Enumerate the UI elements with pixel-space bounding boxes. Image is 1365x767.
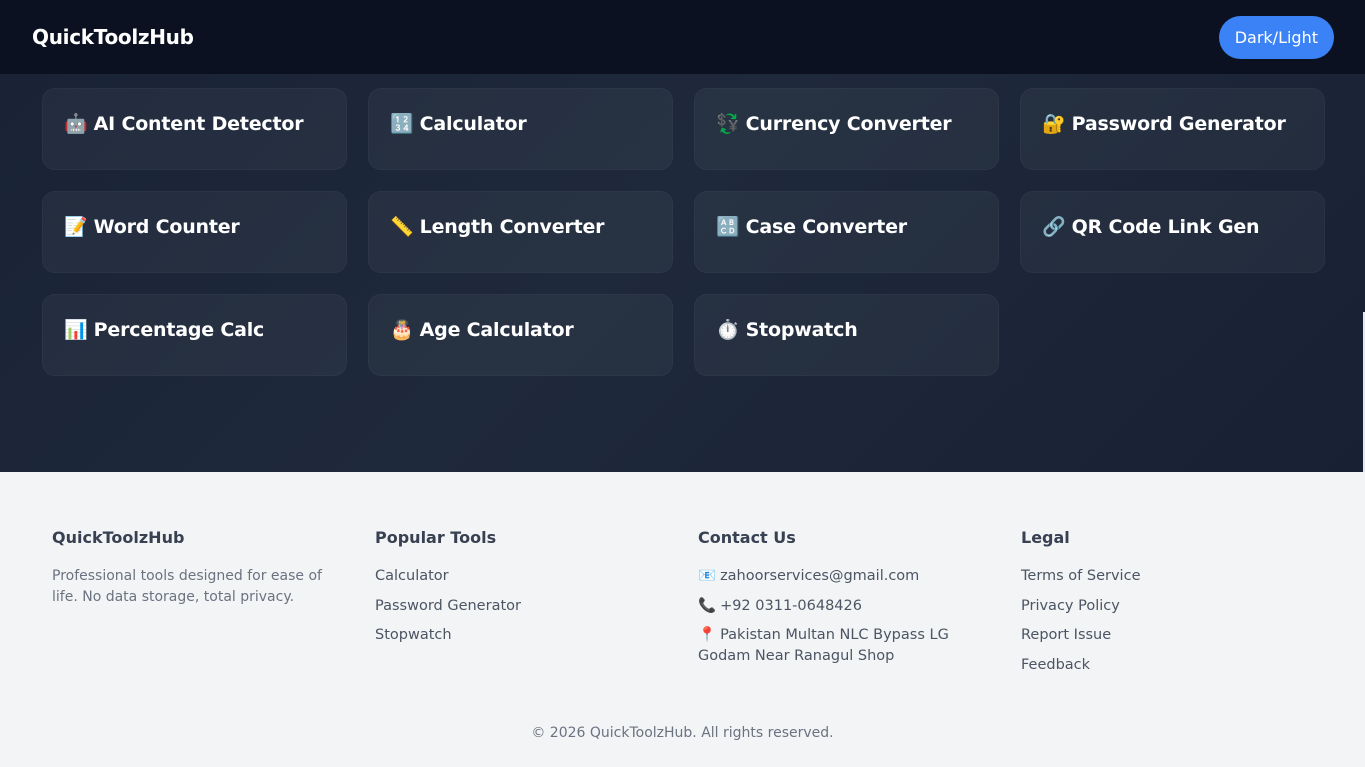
footer-contact-title: Contact Us [698, 528, 796, 547]
location-pin-icon: 📍 [698, 627, 717, 643]
tool-card-stopwatch[interactable]: ⏱️ Stopwatch [694, 294, 999, 376]
tool-card-label: AI Content Detector [93, 113, 304, 135]
tool-card-length-converter[interactable]: 📏 Length Converter [368, 191, 673, 273]
tool-card-label: Percentage Calc [93, 319, 265, 341]
footer-link-report-issue[interactable]: Report Issue [1021, 625, 1321, 646]
contact-email: 📧 zahoorservices@gmail.com [698, 566, 978, 587]
tool-card-currency-converter[interactable]: 💱 Currency Converter [694, 88, 999, 170]
email-icon: 📧 [698, 568, 717, 584]
tool-card-label: QR Code Link Gen [1071, 216, 1260, 238]
footer-link-feedback[interactable]: Feedback [1021, 655, 1321, 676]
footer-link-terms-of-service[interactable]: Terms of Service [1021, 566, 1321, 587]
tool-card-calculator[interactable]: 🔢 Calculator [368, 88, 673, 170]
tool-card-percentage-calc[interactable]: 📊 Percentage Calc [42, 294, 347, 376]
link-icon: 🔗 [1042, 216, 1066, 238]
footer-about-title: QuickToolzHub [52, 528, 185, 547]
lock-key-icon: 🔐 [1042, 113, 1066, 135]
copyright-text: © 2026 QuickToolzHub. All rights reserve… [531, 725, 834, 741]
tool-card-label: Calculator [419, 113, 527, 135]
tool-card-label: Currency Converter [745, 113, 952, 135]
tool-card-label: Password Generator [1071, 113, 1286, 135]
footer-popular-tools-title: Popular Tools [375, 528, 497, 547]
tool-card-label: Stopwatch [745, 319, 858, 341]
footer-link-password-generator[interactable]: Password Generator [375, 596, 675, 617]
footer-popular-tools-column: Popular Tools Calculator Password Genera… [375, 528, 675, 655]
contact-address: 📍 Pakistan Multan NLC Bypass LG Godam Nea… [698, 625, 978, 667]
tool-card-label: Case Converter [745, 216, 907, 238]
footer-about-column: QuickToolzHub Professional tools designe… [52, 528, 352, 608]
theme-toggle-button[interactable]: Dark/Light [1218, 15, 1334, 59]
footer-about-description: Professional tools designed for ease of … [52, 568, 322, 605]
tool-card-age-calculator[interactable]: 🎂 Age Calculator [368, 294, 673, 376]
tool-card-ai-content-detector[interactable]: 🤖 AI Content Detector [42, 88, 347, 170]
contact-phone: 📞 +92 0311-0648426 [698, 596, 978, 617]
top-navbar: QuickToolzHub Dark/Light [0, 0, 1365, 74]
footer-legal-column: Legal Terms of Service Privacy Policy Re… [1021, 528, 1321, 684]
tool-card-word-counter[interactable]: 📝 Word Counter [42, 191, 347, 273]
tool-card-label: Age Calculator [419, 319, 574, 341]
stopwatch-icon: ⏱️ [716, 319, 740, 341]
tool-card-label: Length Converter [419, 216, 605, 238]
footer-link-privacy-policy[interactable]: Privacy Policy [1021, 596, 1321, 617]
contact-address-text: Pakistan Multan NLC Bypass LG Godam Near… [698, 627, 949, 664]
contact-email-text[interactable]: zahoorservices@gmail.com [720, 568, 919, 584]
currency-exchange-icon: 💱 [716, 113, 740, 135]
tool-card-password-generator[interactable]: 🔐 Password Generator [1020, 88, 1325, 170]
uppercase-letters-icon: 🔠 [716, 216, 740, 238]
footer-link-calculator[interactable]: Calculator [375, 566, 675, 587]
birthday-cake-icon: 🎂 [390, 319, 414, 341]
footer-legal-title: Legal [1021, 528, 1070, 547]
tools-grid: 🤖 AI Content Detector 🔢 Calculator 💱 Cur… [42, 88, 1325, 376]
site-footer: QuickToolzHub Professional tools designe… [0, 472, 1365, 767]
numbers-icon: 🔢 [390, 113, 414, 135]
phone-icon: 📞 [698, 597, 717, 614]
tool-card-qr-code-link-gen[interactable]: 🔗 QR Code Link Gen [1020, 191, 1325, 273]
tool-card-label: Word Counter [93, 216, 240, 238]
ruler-icon: 📏 [390, 216, 414, 238]
bar-chart-icon: 📊 [64, 319, 88, 341]
robot-icon: 🤖 [64, 113, 88, 135]
tool-card-case-converter[interactable]: 🔠 Case Converter [694, 191, 999, 273]
footer-link-stopwatch[interactable]: Stopwatch [375, 625, 675, 646]
memo-icon: 📝 [64, 216, 88, 238]
footer-contact-column: Contact Us 📧 zahoorservices@gmail.com 📞 +9… [698, 528, 998, 676]
site-logo[interactable]: QuickToolzHub [32, 25, 194, 49]
contact-phone-text[interactable]: +92 0311-0648426 [720, 598, 862, 614]
tools-section: 🤖 AI Content Detector 🔢 Calculator 💱 Cur… [0, 74, 1365, 546]
